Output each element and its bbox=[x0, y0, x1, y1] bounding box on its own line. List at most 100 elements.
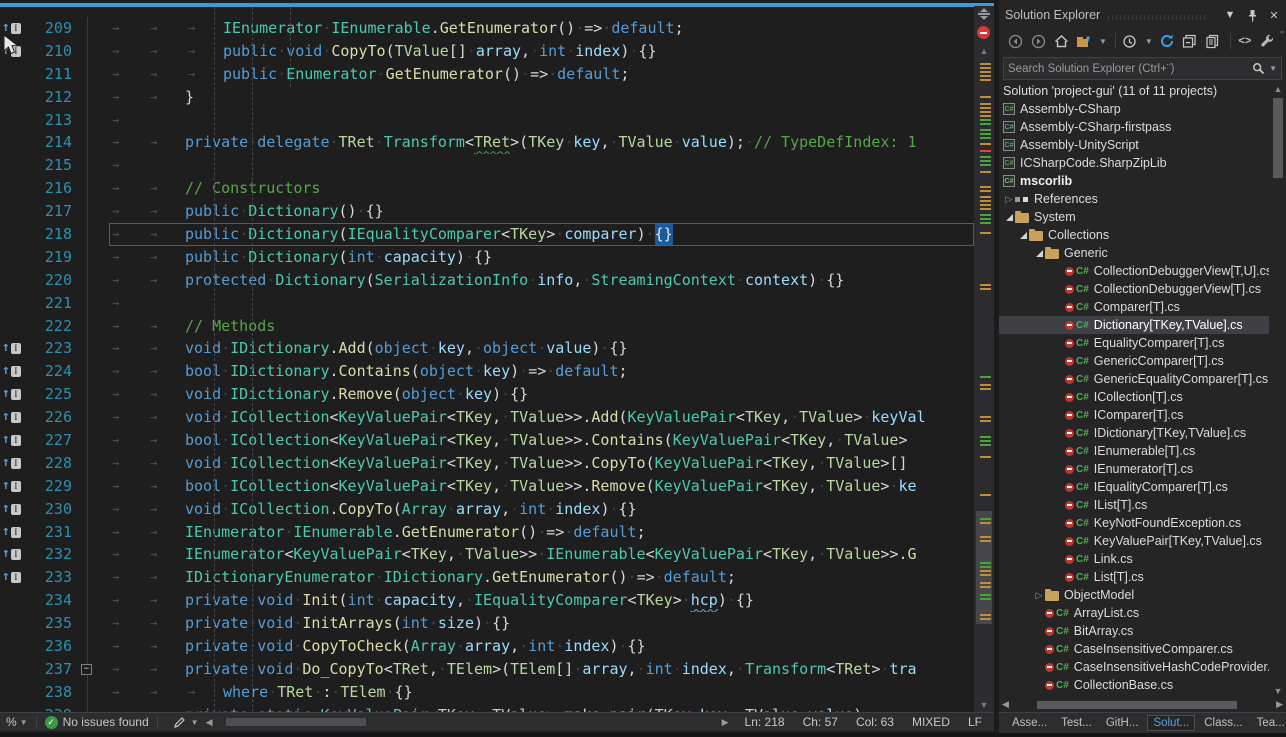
tree-item[interactable]: C#mscorlib bbox=[999, 172, 1269, 190]
code-line-220[interactable]: 220→→protected·Dictionary(SerializationI… bbox=[0, 269, 974, 292]
code-line-214[interactable]: 214→→private·delegate·TRet·Transform<TRe… bbox=[0, 131, 974, 154]
code-text[interactable]: →→IEnumerator·IEnumerable.GetEnumerator(… bbox=[109, 521, 974, 544]
fold-margin[interactable] bbox=[78, 200, 109, 223]
tree-item[interactable]: Collections bbox=[999, 226, 1269, 244]
tree-item[interactable]: C#Dictionary[TKey,TValue].cs bbox=[999, 316, 1269, 334]
code-text[interactable]: →→private·delegate·TRet·Transform<TRet>(… bbox=[109, 131, 974, 154]
code-line-229[interactable]: ↑I229→→bool·ICollection<KeyValuePair<TKe… bbox=[0, 475, 974, 498]
tool-window-tab-tea[interactable]: Tea... bbox=[1252, 716, 1286, 730]
view-code-button[interactable]: <> bbox=[1237, 33, 1253, 49]
tree-item[interactable]: C#KeyNotFoundException.cs bbox=[999, 514, 1269, 532]
tree-item[interactable]: System bbox=[999, 208, 1269, 226]
implements-glyph-icon[interactable]: ↑I bbox=[0, 566, 26, 589]
fold-margin[interactable] bbox=[78, 475, 109, 498]
scrollbar-thumb[interactable] bbox=[1273, 98, 1283, 178]
fold-margin[interactable] bbox=[78, 406, 109, 429]
implements-glyph-icon[interactable]: ↑I bbox=[0, 498, 26, 521]
code-text[interactable]: →→→public·void·CopyTo(TValue[]·array,·in… bbox=[109, 40, 974, 63]
code-editor[interactable]: ↑I209→→→IEnumerator·IEnumerable.GetEnume… bbox=[0, 0, 994, 712]
code-text[interactable]: →→bool·IDictionary.Contains(object·key)·… bbox=[109, 360, 974, 383]
tree-item[interactable]: C#IList[T].cs bbox=[999, 496, 1269, 514]
scroll-right-arrow-icon[interactable]: ▶ bbox=[719, 717, 732, 728]
fold-margin[interactable] bbox=[78, 383, 109, 406]
tree-item[interactable]: C#IComparer[T].cs bbox=[999, 406, 1269, 424]
fold-margin[interactable] bbox=[78, 154, 109, 177]
code-text[interactable]: →→bool·ICollection<KeyValuePair<TKey,·TV… bbox=[109, 475, 974, 498]
code-text[interactable]: →→private·void·Init(int·capacity,·IEqual… bbox=[109, 589, 974, 612]
tree-item[interactable]: C#IDictionary[TKey,TValue].cs bbox=[999, 424, 1269, 442]
code-line-217[interactable]: 217→→public·Dictionary()·{} bbox=[0, 200, 974, 223]
tree-item[interactable]: C#IEnumerable[T].cs bbox=[999, 442, 1269, 460]
tree-item[interactable]: C#Assembly-UnityScript bbox=[999, 136, 1269, 154]
code-line-212[interactable]: 212→→} bbox=[0, 86, 974, 109]
code-text[interactable]: →→private·static·KeyValuePair<TKey,·TVal… bbox=[109, 704, 974, 712]
code-text[interactable]: →→void·ICollection.CopyTo(Array·array,·i… bbox=[109, 498, 974, 521]
code-text[interactable]: →→protected·Dictionary(SerializationInfo… bbox=[109, 269, 974, 292]
editor-horizontal-scrollbar[interactable]: ◀ ▶ bbox=[203, 717, 732, 728]
search-icon[interactable] bbox=[1250, 61, 1266, 77]
fold-margin[interactable]: − bbox=[78, 658, 109, 681]
code-line-239[interactable]: 239→→private·static·KeyValuePair<TKey,·T… bbox=[0, 704, 974, 712]
fold-collapse-icon[interactable]: − bbox=[81, 664, 92, 675]
code-text[interactable]: →→} bbox=[109, 86, 974, 109]
fold-margin[interactable] bbox=[78, 315, 109, 338]
tree-item[interactable]: C#GenericEqualityComparer[T].cs bbox=[999, 370, 1269, 388]
tree-item[interactable]: C#GenericComparer[T].cs bbox=[999, 352, 1269, 370]
forward-button[interactable] bbox=[1030, 33, 1046, 49]
code-line-231[interactable]: ↑I231→→IEnumerator·IEnumerable.GetEnumer… bbox=[0, 521, 974, 544]
fold-margin[interactable] bbox=[78, 109, 109, 132]
code-text[interactable]: →→void·IDictionary.Remove(object·key)·{} bbox=[109, 383, 974, 406]
scrollbar-thumb[interactable] bbox=[1037, 701, 1237, 709]
implements-glyph-icon[interactable]: ↑I bbox=[0, 475, 26, 498]
tree-item[interactable]: ▷References bbox=[999, 190, 1269, 208]
code-text[interactable]: →→// Constructors bbox=[109, 177, 974, 200]
refresh-button[interactable] bbox=[1159, 33, 1175, 49]
tree-item[interactable]: C#CollectionBase.cs bbox=[999, 676, 1269, 694]
code-text[interactable]: → bbox=[109, 292, 974, 315]
tree-item[interactable]: C#KeyValuePair[TKey,TValue].cs bbox=[999, 532, 1269, 550]
code-line-209[interactable]: ↑I209→→→IEnumerator·IEnumerable.GetEnume… bbox=[0, 17, 974, 40]
fold-margin[interactable] bbox=[78, 521, 109, 544]
code-text[interactable]: →→private·void·CopyToCheck(Array·array,·… bbox=[109, 635, 974, 658]
fold-margin[interactable] bbox=[78, 635, 109, 658]
pen-dropdown-caret-icon[interactable]: ▼ bbox=[191, 718, 199, 727]
fold-margin[interactable] bbox=[78, 131, 109, 154]
search-input[interactable] bbox=[1004, 63, 1250, 75]
code-line-235[interactable]: 235→→private·void·InitArrays(int·size)·{… bbox=[0, 612, 974, 635]
code-line-224[interactable]: ↑I224→→bool·IDictionary.Contains(object·… bbox=[0, 360, 974, 383]
fold-margin[interactable] bbox=[78, 269, 109, 292]
tree-horizontal-scrollbar[interactable]: ◀ ▶ bbox=[999, 698, 1286, 711]
fold-margin[interactable] bbox=[78, 566, 109, 589]
tree-item[interactable]: ▷ObjectModel bbox=[999, 586, 1269, 604]
collapsed-arrow-icon[interactable]: ▷ bbox=[1003, 194, 1015, 205]
fold-margin[interactable] bbox=[78, 337, 109, 360]
code-line-230[interactable]: ↑I230→→void·ICollection.CopyTo(Array·arr… bbox=[0, 498, 974, 521]
filter-dropdown-caret-icon[interactable]: ▼ bbox=[1145, 37, 1153, 46]
scroll-left-arrow-icon[interactable]: ◀ bbox=[203, 717, 216, 728]
expanded-arrow-icon[interactable] bbox=[1017, 232, 1029, 239]
back-button[interactable] bbox=[1007, 33, 1023, 49]
fold-margin[interactable] bbox=[78, 543, 109, 566]
scroll-down-arrow-icon[interactable]: ▼ bbox=[974, 700, 994, 710]
pen-filter-icon[interactable] bbox=[172, 714, 188, 730]
split-editor-handle[interactable] bbox=[977, 8, 991, 22]
fold-margin[interactable] bbox=[78, 452, 109, 475]
scroll-up-arrow-icon[interactable]: ▲ bbox=[974, 46, 994, 56]
code-text[interactable]: → bbox=[109, 154, 974, 177]
tree-item[interactable]: C#Assembly-CSharp-firstpass bbox=[999, 118, 1269, 136]
tree-item[interactable]: Solution 'project-gui' (11 of 11 project… bbox=[999, 82, 1269, 100]
tree-item[interactable]: C#Link.cs bbox=[999, 550, 1269, 568]
fold-margin[interactable] bbox=[78, 223, 109, 246]
code-line-238[interactable]: 238→→→where·TRet·:·TElem·{} bbox=[0, 681, 974, 704]
implements-glyph-icon[interactable]: ↑I bbox=[0, 360, 26, 383]
tree-item[interactable]: C#CollectionDebuggerView[T].cs bbox=[999, 280, 1269, 298]
code-lines[interactable]: ↑I209→→→IEnumerator·IEnumerable.GetEnume… bbox=[0, 7, 974, 712]
implements-glyph-icon[interactable]: ↑I bbox=[0, 452, 26, 475]
tree-item[interactable]: C#ICSharpCode.SharpZipLib bbox=[999, 154, 1269, 172]
tree-item[interactable]: C#List[T].cs bbox=[999, 568, 1269, 586]
code-line-234[interactable]: 234→→private·void·Init(int·capacity,·IEq… bbox=[0, 589, 974, 612]
tree-item[interactable]: C#EqualityComparer[T].cs bbox=[999, 334, 1269, 352]
code-line-211[interactable]: 211→→→public·Enumerator·GetEnumerator()·… bbox=[0, 63, 974, 86]
fold-margin[interactable] bbox=[78, 40, 109, 63]
health-indicator[interactable]: ✓ No issues found bbox=[45, 715, 149, 729]
